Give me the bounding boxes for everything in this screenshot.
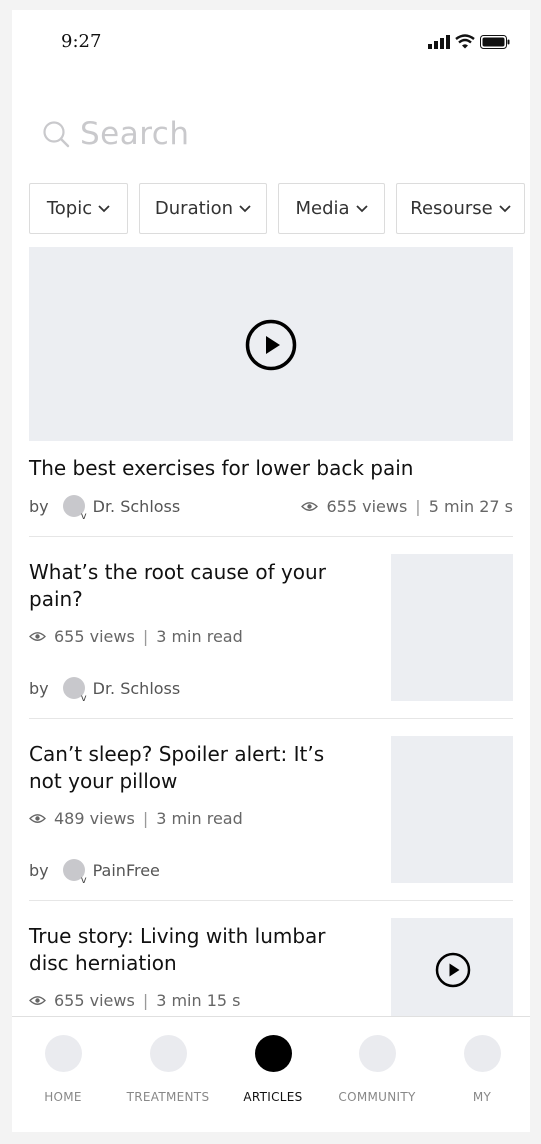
- chevron-down-icon: [355, 204, 368, 212]
- chevron-down-icon: [98, 204, 110, 212]
- home-icon[interactable]: [44, 1035, 82, 1072]
- article-meta: 655 views | 3 min 15 s: [29, 991, 241, 1010]
- filter-label: Duration: [154, 198, 234, 219]
- featured-title[interactable]: The best exercises for lower back pain: [29, 456, 413, 480]
- search-bar[interactable]: Search: [42, 114, 190, 154]
- featured-video-thumbnail[interactable]: [29, 247, 513, 441]
- play-icon[interactable]: [435, 952, 471, 988]
- article-meta: 489 views | 3 min read: [29, 809, 243, 828]
- article-title-line: disc herniation: [29, 951, 177, 975]
- read-time: 3 min 15 s: [156, 991, 241, 1010]
- read-time: 3 min read: [156, 627, 243, 646]
- nav-label: MY: [472, 1090, 492, 1104]
- read-time: 3 min read: [156, 809, 243, 828]
- wifi-icon: [455, 34, 475, 49]
- avatar: v: [62, 859, 87, 886]
- by-label: by: [29, 860, 49, 880]
- article-title[interactable]: True story: Living with lumbar disc hern…: [29, 923, 359, 977]
- eye-icon: [29, 632, 46, 641]
- chevron-down-icon: [239, 204, 251, 212]
- views-count: 489 views: [54, 809, 135, 828]
- filter-label: Resourse: [410, 198, 493, 219]
- filter-topic[interactable]: Topic: [29, 183, 128, 234]
- article-meta: 655 views | 3 min read: [29, 627, 243, 646]
- treatments-icon[interactable]: [149, 1035, 187, 1072]
- avatar: v: [62, 495, 87, 522]
- nav-articles[interactable]: ARTICLES: [223, 1035, 323, 1104]
- featured-byline: by v Dr. Schloss: [29, 495, 181, 522]
- community-icon[interactable]: [358, 1035, 396, 1072]
- eye-icon: [301, 502, 319, 511]
- filter-resource[interactable]: Resourse: [396, 183, 525, 234]
- nav-label: COMMUNITY: [338, 1090, 416, 1104]
- eye-icon: [29, 814, 46, 823]
- status-icons: [428, 34, 510, 49]
- eye-icon: [29, 996, 46, 1005]
- views-count: 655 views: [326, 497, 408, 516]
- divider: [29, 900, 513, 901]
- article-title-line: pain?: [29, 587, 83, 611]
- battery-icon: [480, 34, 510, 49]
- article-thumbnail[interactable]: [391, 736, 513, 883]
- article-title-line: True story: Living with lumbar: [29, 924, 326, 948]
- meta-separator: |: [142, 809, 149, 828]
- author-name[interactable]: PainFree: [93, 861, 160, 880]
- filter-duration[interactable]: Duration: [139, 183, 267, 234]
- nav-label: TREATMENTS: [126, 1090, 210, 1104]
- status-bar: 9:27: [12, 10, 530, 70]
- avatar: v: [62, 677, 87, 704]
- views-count: 655 views: [54, 991, 135, 1010]
- meta-separator: |: [415, 497, 421, 516]
- article-title-line: What’s the root cause of your: [29, 560, 326, 584]
- search-placeholder[interactable]: Search: [80, 116, 190, 152]
- nav-home[interactable]: HOME: [13, 1035, 113, 1104]
- filter-label: Topic: [46, 198, 93, 219]
- article-title[interactable]: Can’t sleep? Spoiler alert: It’s not you…: [29, 741, 359, 795]
- by-label: by: [29, 496, 49, 516]
- featured-meta: 655 views | 5 min 27 s: [301, 497, 513, 516]
- nav-label: ARTICLES: [243, 1090, 303, 1104]
- meta-separator: |: [142, 627, 149, 646]
- filter-label: Media: [295, 198, 350, 219]
- divider: [29, 718, 513, 719]
- article-title-line: Can’t sleep? Spoiler alert: It’s: [29, 742, 325, 766]
- nav-label: HOME: [44, 1090, 82, 1104]
- meta-separator: |: [142, 991, 149, 1010]
- filter-media[interactable]: Media: [278, 183, 385, 234]
- divider: [29, 536, 513, 537]
- articles-icon[interactable]: [254, 1035, 292, 1072]
- author-name[interactable]: Dr. Schloss: [93, 679, 181, 698]
- bottom-nav: HOME TREATMENTS ARTICLES COMMUNITY MY: [12, 1016, 530, 1132]
- nav-treatments[interactable]: TREATMENTS: [118, 1035, 218, 1104]
- nav-my[interactable]: MY: [432, 1035, 530, 1104]
- duration: 5 min 27 s: [428, 497, 513, 516]
- nav-community[interactable]: COMMUNITY: [327, 1035, 427, 1104]
- article-byline: by v Dr. Schloss: [29, 677, 181, 704]
- article-thumbnail[interactable]: [391, 554, 513, 701]
- filter-chips: Topic Duration Media Resourse: [29, 183, 525, 234]
- views-count: 655 views: [54, 627, 135, 646]
- profile-icon[interactable]: [463, 1035, 501, 1072]
- article-title-line: not your pillow: [29, 769, 178, 793]
- article-byline: by v PainFree: [29, 859, 160, 886]
- article-title[interactable]: What’s the root cause of your pain?: [29, 559, 359, 613]
- search-icon: [43, 121, 70, 148]
- by-label: by: [29, 678, 49, 698]
- author-name[interactable]: Dr. Schloss: [93, 497, 181, 516]
- chevron-down-icon: [499, 204, 511, 212]
- signal-icon: [428, 34, 450, 49]
- play-icon[interactable]: [245, 319, 297, 371]
- phone-screen: 9:27 Search Topic Duration Media Resours…: [12, 10, 530, 1132]
- status-time: 9:27: [61, 31, 102, 52]
